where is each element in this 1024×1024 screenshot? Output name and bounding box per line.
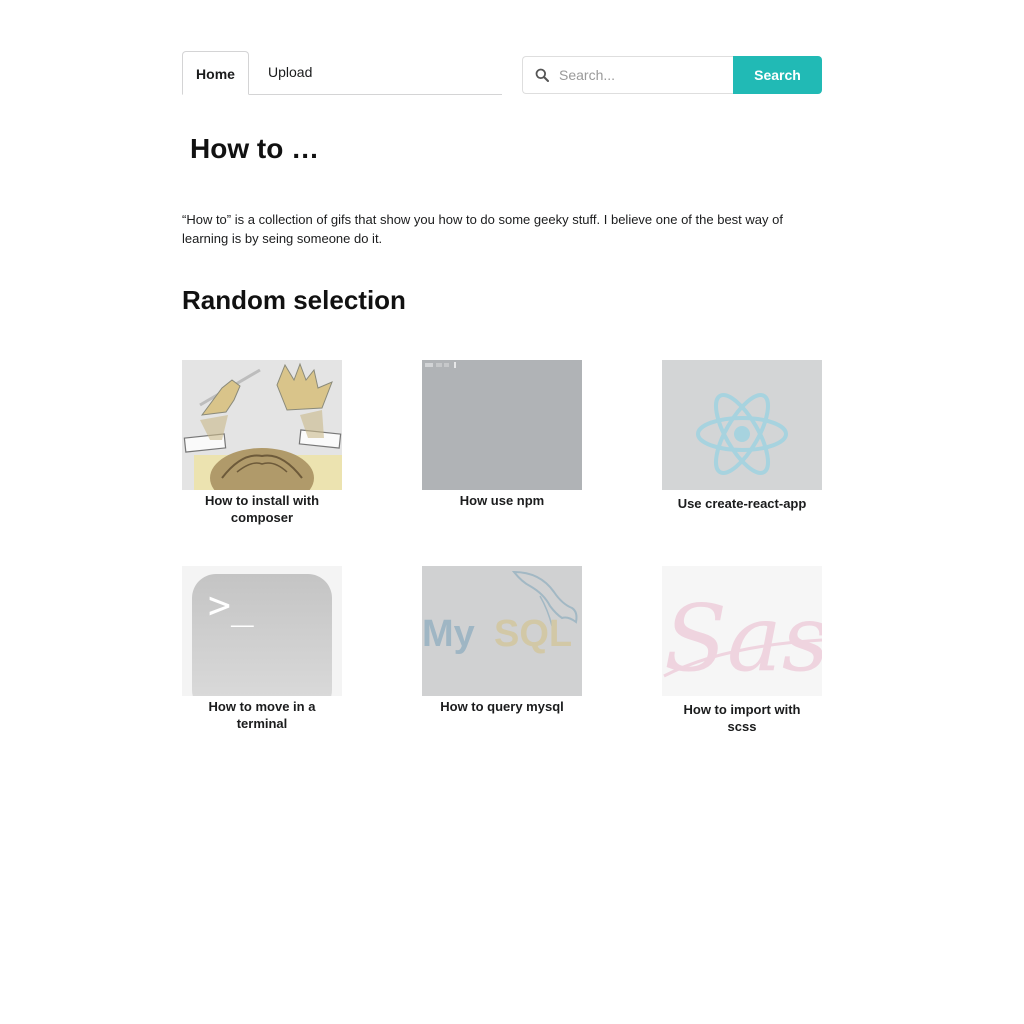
npm-thumbnail — [422, 360, 582, 490]
card-query-mysql[interactable]: My SQL How to query mysql — [422, 566, 582, 715]
card-label: How to install with composer — [204, 493, 320, 525]
card-label: Use create-react-app — [677, 496, 807, 511]
svg-text:SQL: SQL — [494, 613, 572, 655]
terminal-thumbnail: >_ — [182, 566, 342, 696]
svg-text:Sass: Sass — [664, 585, 822, 692]
tab-menu: Home Upload — [182, 51, 502, 95]
mysql-logo-icon: My SQL — [422, 566, 582, 696]
svg-text:>_: >_ — [208, 583, 254, 628]
search-bar: Search — [522, 56, 822, 94]
composer-logo-icon — [182, 360, 342, 490]
search-icon — [535, 68, 549, 82]
tab-upload[interactable]: Upload — [268, 51, 312, 95]
sass-thumbnail: Sass — [662, 566, 822, 696]
card-move-terminal[interactable]: >_ How to move in a terminal — [182, 566, 342, 732]
section-title: Random selection — [182, 285, 406, 315]
page-title: How to … — [190, 133, 320, 164]
sass-logo-icon: Sass — [662, 566, 822, 696]
svg-text:My: My — [422, 613, 475, 655]
card-install-composer[interactable]: How to install with composer — [182, 360, 342, 526]
search-field[interactable] — [522, 56, 734, 94]
search-button[interactable]: Search — [733, 56, 822, 94]
terminal-recording-icon — [422, 360, 582, 490]
card-create-react-app[interactable]: Use create-react-app — [662, 360, 822, 512]
top-menu: Home Upload Search — [182, 51, 822, 95]
card-label: How to import with scss — [683, 702, 801, 734]
search-input[interactable] — [559, 58, 729, 92]
card-label: How to move in a terminal — [208, 699, 316, 731]
card-import-scss[interactable]: Sass How to import with scss — [662, 566, 822, 735]
card-label: How use npm — [459, 493, 545, 508]
composer-thumbnail — [182, 360, 342, 490]
mysql-thumbnail: My SQL — [422, 566, 582, 696]
tab-home[interactable]: Home — [182, 51, 249, 95]
card-label: How to query mysql — [440, 699, 564, 714]
react-thumbnail — [662, 360, 822, 490]
card-use-npm[interactable]: How use npm — [422, 360, 582, 509]
intro-paragraph: “How to” is a collection of gifs that sh… — [182, 212, 783, 246]
terminal-app-icon: >_ — [182, 566, 342, 696]
react-logo-icon — [662, 360, 822, 490]
